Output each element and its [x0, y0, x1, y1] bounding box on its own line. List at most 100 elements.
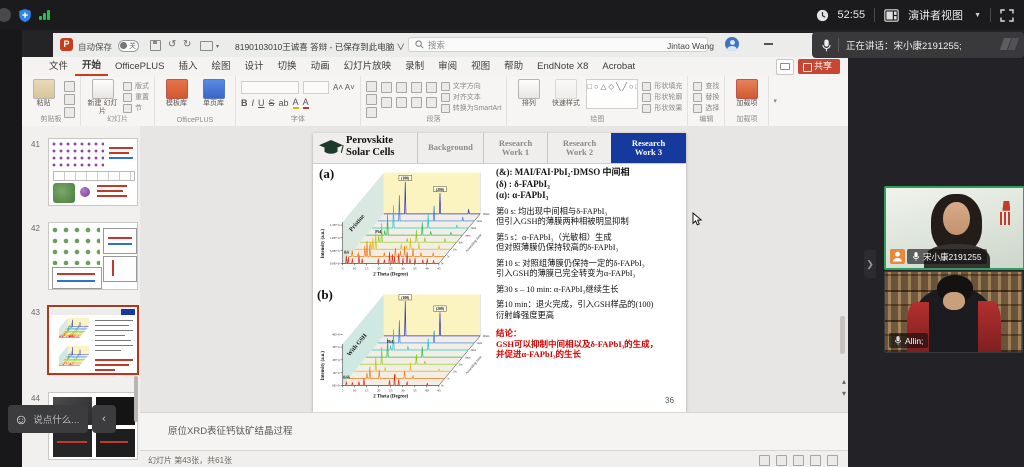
ppt-titlebar: P 自动保存 关 ↺ ↻ ▾ 8190103010王诚喜 答辩 - 已保存到此电…	[22, 33, 848, 57]
paragraph-tool-icon[interactable]	[411, 82, 422, 93]
svg-text:5: 5	[342, 388, 344, 392]
ribbon-button-单页库[interactable]: 单页库	[197, 79, 230, 108]
ribbon-button-快速样式[interactable]: 快速样式	[549, 79, 582, 108]
ribbon-tab-设计[interactable]: 设计	[238, 58, 271, 75]
search-input[interactable]: 搜索	[408, 37, 708, 52]
participant-name-badge: 宋小康2191255	[907, 249, 987, 264]
paste-icon	[33, 79, 55, 99]
ribbon-tab-录制[interactable]: 录制	[398, 58, 431, 75]
participant-video-2[interactable]: Allin;	[884, 271, 1023, 353]
ribbon-tab-开始[interactable]: 开始	[75, 57, 108, 76]
account-avatar[interactable]	[725, 37, 739, 51]
font-style-button[interactable]: ab	[279, 98, 289, 108]
ribbon-tab-切换[interactable]: 切换	[271, 58, 304, 75]
participant-video-1[interactable]: 宋小康2191255	[884, 186, 1024, 270]
qat-dropdown-icon[interactable]: ▾	[216, 41, 219, 54]
ribbon-collapse-icon[interactable]: ▾	[769, 97, 781, 105]
account-name[interactable]: Jintao Wang	[667, 41, 714, 51]
ribbon-tab-动画[interactable]: 动画	[304, 58, 337, 75]
ribbon-button-文字方向[interactable]: 文字方向	[441, 81, 502, 91]
font-style-button[interactable]: I	[252, 98, 255, 108]
slide-thumbnail-41[interactable]	[48, 138, 138, 206]
paragraph-tool-icon[interactable]	[396, 82, 407, 93]
slide-thumbnail-42[interactable]	[48, 222, 138, 290]
save-icon[interactable]	[150, 40, 161, 51]
view-mode-button[interactable]: 演讲者视图	[908, 7, 963, 23]
ribbon-tab-帮助[interactable]: 帮助	[497, 58, 530, 75]
ribbon-button-选择[interactable]: 选择	[693, 103, 719, 113]
slide-sorter-icon[interactable]	[793, 455, 804, 466]
ribbon-tab-插入[interactable]: 插入	[172, 58, 205, 75]
small-tool-icon[interactable]	[366, 94, 377, 105]
microphone-icon	[912, 251, 920, 262]
chevron-down-icon[interactable]: ▼	[974, 12, 981, 19]
font-style-button[interactable]: U	[258, 98, 265, 108]
svg-text:Intensity (a.u.): Intensity (a.u.)	[321, 351, 326, 381]
font-style-button[interactable]: B	[241, 98, 248, 108]
font-name-box[interactable]	[241, 81, 299, 94]
reading-view-icon[interactable]	[810, 455, 821, 466]
ribbon-tab-绘图[interactable]: 绘图	[205, 58, 238, 75]
ribbon-button-查找[interactable]: 查找	[693, 81, 719, 91]
paragraph-tool-icon[interactable]	[426, 97, 437, 108]
phase-legend: (&): MAI/FAI·PbI₂·DMSO 中间相(δ) : δ-FAPbI₃…	[496, 167, 682, 202]
ribbon-button-节[interactable]: 节	[123, 103, 149, 113]
fullscreen-icon[interactable]	[1000, 9, 1014, 22]
ribbon-button-对齐文本[interactable]: 对齐文本	[441, 92, 502, 102]
thumbnail-scrollbar[interactable]	[134, 376, 138, 422]
ribbon-tab-Acrobat[interactable]: Acrobat	[595, 58, 642, 75]
font-style-button[interactable]: S	[269, 98, 275, 108]
comments-button[interactable]	[776, 59, 794, 75]
font-style-button[interactable]: A	[293, 97, 299, 109]
normal-view-icon[interactable]	[776, 455, 787, 466]
ribbon-tab-EndNote X8[interactable]: EndNote X8	[530, 58, 595, 75]
start-slideshow-icon[interactable]	[200, 41, 213, 51]
chat-input[interactable]: ☺ 说点什么...	[8, 405, 88, 433]
shapes-gallery[interactable]: □○△◇╲╱○□◇☆	[586, 79, 638, 109]
redo-icon[interactable]: ↻	[183, 38, 191, 51]
svg-text:40: 40	[425, 266, 429, 270]
undo-icon[interactable]: ↺	[168, 38, 176, 51]
autosave-toggle[interactable]: 关	[118, 40, 139, 52]
notes-toggle-icon[interactable]	[759, 455, 770, 466]
slide-canvas[interactable]: Perovskite Solar Cells BackgroundResearc…	[140, 126, 848, 412]
ribbon-button-粘贴[interactable]: 粘贴	[27, 79, 60, 108]
ribbon-tab-OfficePLUS[interactable]: OfficePLUS	[108, 58, 171, 75]
small-tool-icon[interactable]	[64, 94, 75, 105]
ribbon-tab-视图[interactable]: 视图	[464, 58, 497, 75]
ribbon-button-替换[interactable]: 替换	[693, 92, 719, 102]
ribbon-button-排列[interactable]: 排列	[512, 79, 545, 108]
chat-collapse-button[interactable]: ‹	[92, 405, 116, 433]
previous-slide-icon[interactable]: ▴	[842, 377, 846, 386]
paragraph-tool-icon[interactable]	[396, 97, 407, 108]
ribbon-tab-文件[interactable]: 文件	[42, 58, 75, 75]
paragraph-tool-icon[interactable]	[381, 82, 392, 93]
font-size-box[interactable]	[303, 81, 329, 94]
font-style-button[interactable]: A	[303, 97, 309, 109]
ribbon-tab-幻灯片放映[interactable]: 幻灯片放映	[337, 58, 399, 75]
ribbon-button-形状效果[interactable]: 形状效果	[642, 103, 682, 113]
ribbon-button-转换为SmartArt[interactable]: 转换为SmartArt	[441, 103, 502, 113]
ribbon-button-形状填充[interactable]: 形状填充	[642, 81, 682, 91]
canvas-scrollbar[interactable]	[840, 316, 845, 354]
paragraph-tool-icon[interactable]	[426, 82, 437, 93]
slideshow-icon[interactable]	[827, 455, 838, 466]
ribbon-button-新建 幻灯片[interactable]: 新建 幻灯片	[86, 79, 119, 116]
video-panel-collapse-handle[interactable]: ❯	[864, 250, 876, 278]
small-tool-icon[interactable]	[64, 81, 75, 92]
ribbon-button-加载项[interactable]: 加载项	[730, 79, 763, 108]
minimize-button[interactable]	[764, 43, 773, 45]
ribbon-button-形状轮廓[interactable]: 形状轮廓	[642, 92, 682, 102]
ribbon-button-重置[interactable]: 重置	[123, 92, 149, 102]
ribbon-tab-审阅[interactable]: 审阅	[431, 58, 464, 75]
small-tool-icon[interactable]	[366, 81, 377, 92]
slide-thumbnail-43-selected[interactable]	[47, 305, 139, 375]
notes-pane[interactable]: 原位XRD表征钙钛矿结晶过程	[140, 412, 848, 451]
ribbon-button-模板库[interactable]: 模板库	[160, 79, 193, 108]
ribbon-button-版式[interactable]: 版式	[123, 81, 149, 91]
share-button[interactable]: 共享	[798, 59, 840, 74]
next-slide-icon[interactable]: ▾	[842, 389, 846, 398]
paragraph-tool-icon[interactable]	[411, 97, 422, 108]
emoji-icon[interactable]: ☺	[14, 412, 28, 426]
paragraph-tool-icon[interactable]	[381, 97, 392, 108]
